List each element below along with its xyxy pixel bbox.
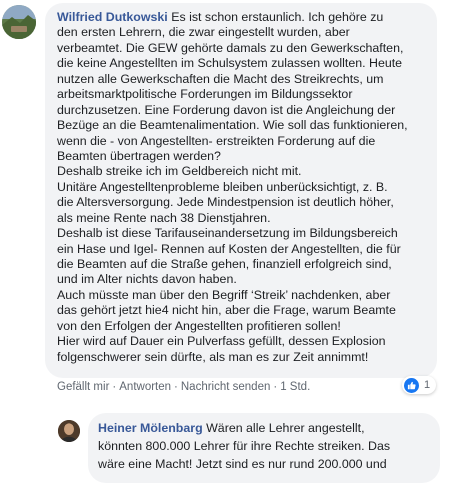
comment-text-line: den ersten Lehrern, die zwar eingestellt… — [57, 25, 350, 40]
comment-text-line: Hier wird auf Dauer ein Pulverfass gefül… — [57, 334, 386, 349]
comment-text-line: die Altersversorgung. Jede Mindestpensio… — [57, 195, 394, 210]
comment-text-line: Auch müsste man über den Begriff ‘Streik… — [57, 287, 391, 302]
comment-text-line: durchzusetzen. Eine Forderung davon ist … — [57, 102, 396, 117]
comment-author-name[interactable]: Wilfried Dutkowski — [57, 10, 168, 24]
reply-author-avatar[interactable] — [58, 420, 80, 442]
comment-text-line: wenn die - von Angestellten- erstreikten… — [57, 133, 376, 148]
like-link[interactable]: Gefällt mir — [57, 381, 109, 393]
comment-text-line: von den Erfolgen der Angestellten profit… — [57, 318, 341, 333]
comment-text-line: Bezüge an die Beamtenalimentation. Wie s… — [57, 118, 408, 133]
comment-text-line: und im Alter nichts davon haben. — [57, 272, 237, 287]
comment-text-line: folgenschwerer sein dürfte, als man es z… — [57, 349, 369, 364]
comment-text-line: Unitäre Angestelltenprobleme bleiben unb… — [57, 179, 388, 194]
comment-timestamp[interactable]: 1 Std. — [280, 381, 310, 393]
send-message-link[interactable]: Nachricht senden — [181, 381, 271, 393]
reply-text-line: Wären alle Lehrer angestellt, — [206, 421, 365, 435]
comment-text-line: die Beamten auf die Straße gehen, finanz… — [57, 257, 392, 271]
reply-bubble: Heiner Mölenbarg Wären alle Lehrer anges… — [88, 413, 440, 483]
comment-text-line: nutzen alle Gewerkschaften die Macht des… — [57, 71, 384, 86]
comment-text-line: verbeamtet. Die GEW gehörte damals zu de… — [57, 40, 404, 55]
avatar-landscape-image — [2, 5, 36, 39]
reaction-count: 1 — [424, 379, 431, 391]
comment-first-line: Wilfried Dutkowski Es ist schon erstaunl… — [57, 10, 431, 25]
comment-actions: Gefällt mir · Antworten · Nachricht senden · 1… — [57, 381, 310, 393]
separator: · — [174, 381, 178, 393]
separator: · — [273, 381, 278, 393]
reply-text-line: wäre eine Macht! Jetzt sind es nur rund … — [98, 457, 387, 471]
avatar-portrait-image — [58, 420, 80, 442]
comment-text-line: Es ist schon erstaunlich. Ich gehöre zu — [171, 10, 384, 24]
comment-text-line: arbeitsmarktpolitische Forderungen im Bi… — [57, 87, 353, 102]
thumbs-up-icon — [404, 377, 419, 393]
separator: · — [112, 381, 117, 393]
reply-first-line: Heiner Mölenbarg Wären alle Lehrer anges… — [98, 419, 434, 437]
comment-text-line: Deshalb ist diese Tarifauseinandersetzun… — [57, 226, 398, 241]
reply-link[interactable]: Antworten — [119, 381, 171, 393]
comment-text-line: Deshalb streike ich im Geldbereich nicht… — [57, 164, 302, 179]
reaction-count-badge[interactable]: 1 — [402, 376, 437, 394]
reply-text-line: könnten 800.000 Lehrer für ihre Rechte s… — [98, 439, 391, 453]
commenter-avatar[interactable] — [2, 5, 36, 39]
reply-author-name[interactable]: Heiner Mölenbarg — [98, 421, 203, 435]
comment-text-line: die keine Angestellten im Schulsystem zu… — [57, 56, 403, 71]
comment-text-line: Beamten übertragen werden? — [57, 148, 221, 163]
comment-bubble: Wilfried Dutkowski Es ist schon erstaunl… — [45, 3, 437, 378]
comment-text-line: als meine Rente nach 38 Dienstjahren. — [57, 210, 271, 225]
comment-text-line: ein Hase und Igel- Rennen auf Kosten der… — [57, 241, 401, 256]
comment-text-line: das gehört jetzt hie4 nicht hin, aber di… — [57, 303, 396, 318]
